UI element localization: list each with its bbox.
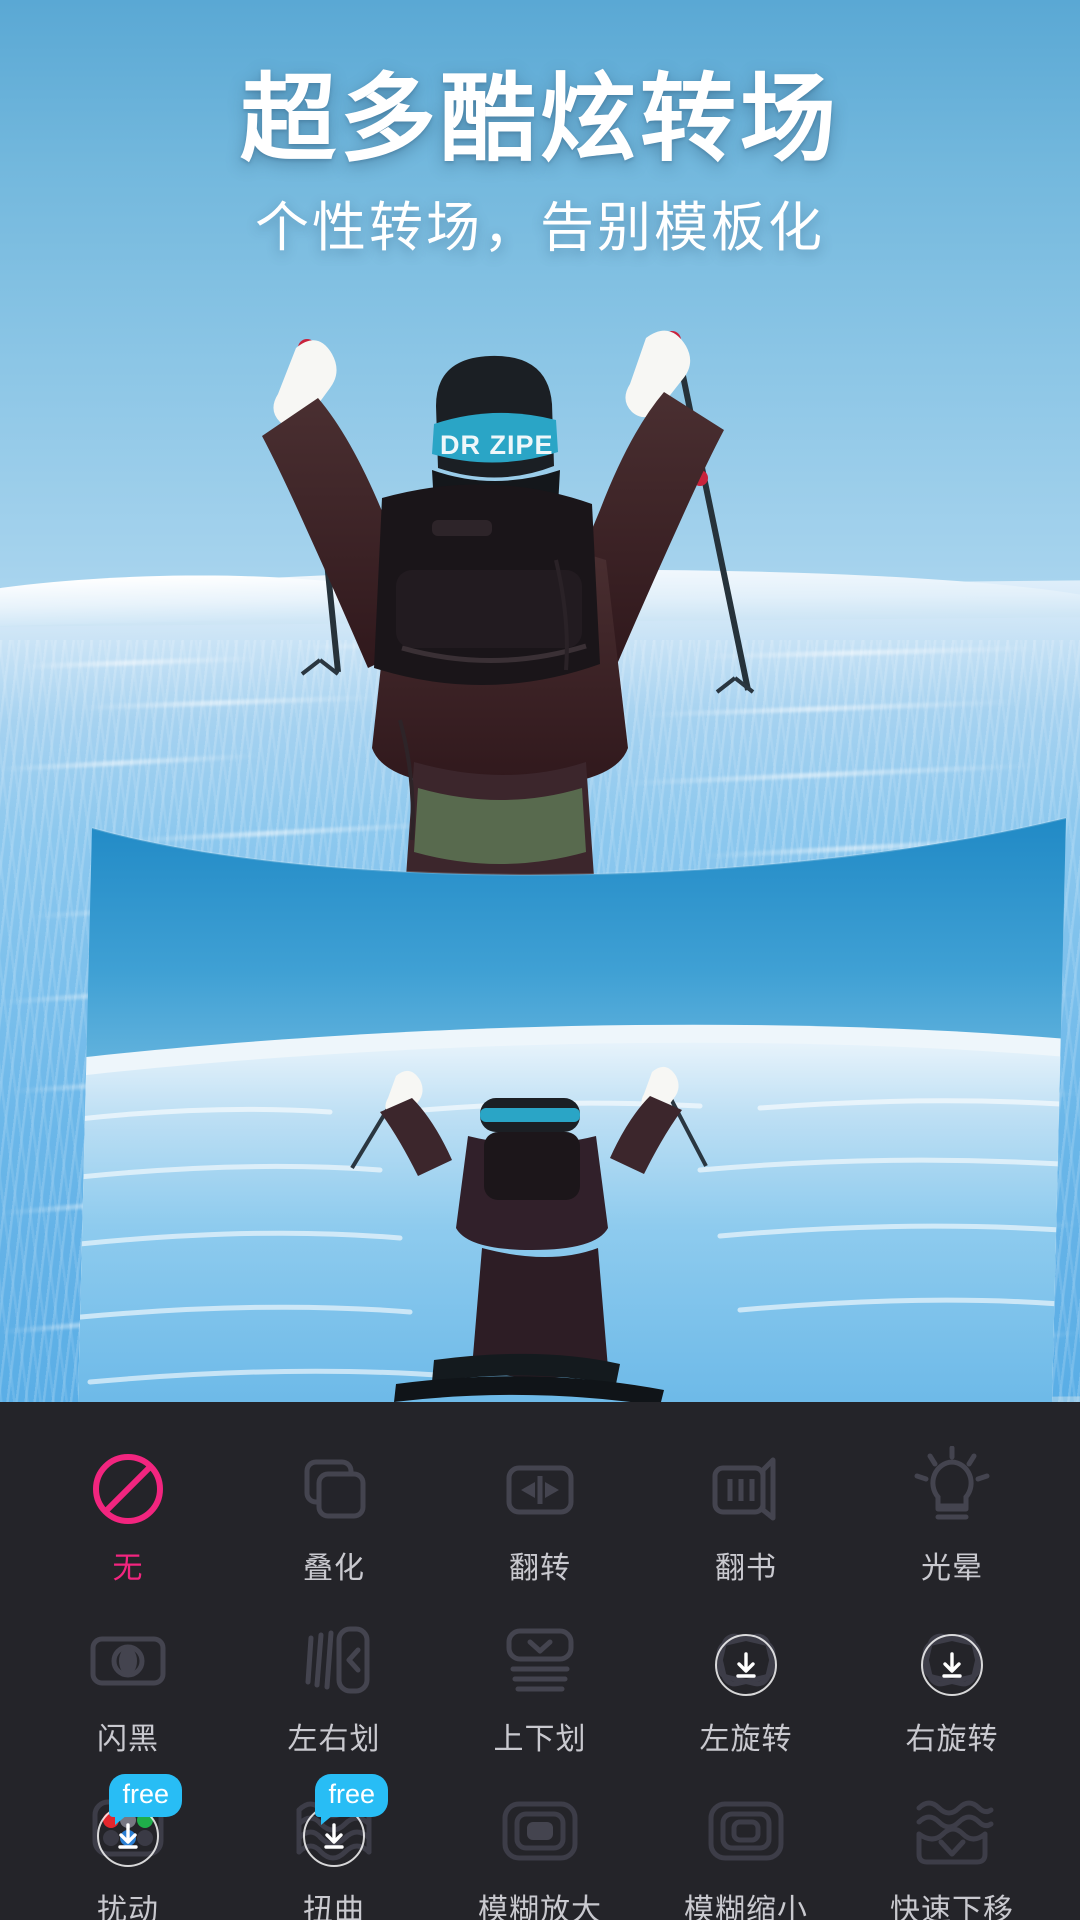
free-badge: free xyxy=(315,1774,388,1825)
blur-zoom-in-icon xyxy=(492,1784,588,1877)
transition-label: 右旋转 xyxy=(905,1723,999,1756)
transition-item-swipe-vertical[interactable]: 上下划 xyxy=(437,1587,643,1758)
transition-item-flip[interactable]: 翻转 xyxy=(437,1416,643,1587)
swipe-horizontal-icon xyxy=(286,1613,382,1706)
page-turn-icon xyxy=(698,1442,794,1535)
free-badge: free xyxy=(109,1774,182,1825)
transition-label: 翻书 xyxy=(715,1552,777,1585)
glow-bulb-icon xyxy=(904,1442,1000,1535)
transition-label: 扰动 xyxy=(97,1894,159,1920)
rotate-right-icon xyxy=(904,1613,1000,1706)
download-icon[interactable] xyxy=(715,1634,777,1697)
flash-black-icon xyxy=(80,1613,176,1706)
no-transition-icon xyxy=(80,1442,176,1535)
transition-label: 叠化 xyxy=(303,1552,365,1585)
transition-label: 模糊放大 xyxy=(478,1894,602,1920)
fast-move-down-icon xyxy=(904,1784,1000,1877)
transition-label: 无 xyxy=(112,1552,144,1585)
transition-label: 左旋转 xyxy=(699,1723,793,1756)
transition-item-rotate-left[interactable]: 左旋转 xyxy=(643,1587,849,1758)
transition-preview-card[interactable] xyxy=(0,0,1080,1402)
transition-label: 闪黑 xyxy=(97,1723,159,1756)
blur-zoom-out-icon xyxy=(698,1784,794,1877)
video-preview-area[interactable]: DR ZIPE 超多酷炫转场 个性转场，告别模板化 xyxy=(0,0,1080,1402)
transition-item-flash-black[interactable]: 闪黑 xyxy=(25,1587,231,1758)
transition-item-glitch[interactable]: free 扰动 xyxy=(25,1758,231,1920)
transition-item-fast-move-down[interactable]: 快速下移 xyxy=(849,1758,1055,1920)
transition-label: 左右划 xyxy=(287,1723,381,1756)
transition-item-warp[interactable]: free 扭曲 xyxy=(231,1758,437,1920)
transition-panel[interactable]: 无 叠化 翻转 翻书 光晕 闪黑 左右划 上下划 左旋转 右旋转 free 扰动… xyxy=(0,1402,1080,1920)
transition-label: 快速下移 xyxy=(890,1894,1014,1920)
glitch-rgb-icon: free xyxy=(80,1774,182,1877)
warp-wave-icon: free xyxy=(286,1774,388,1877)
swipe-vertical-icon xyxy=(492,1613,588,1706)
transition-item-glow[interactable]: 光晕 xyxy=(849,1416,1055,1587)
transition-item-rotate-right[interactable]: 右旋转 xyxy=(849,1587,1055,1758)
transition-label: 扭曲 xyxy=(303,1894,365,1920)
transition-item-page-turn[interactable]: 翻书 xyxy=(643,1416,849,1587)
transition-item-swipe-horizontal[interactable]: 左右划 xyxy=(231,1587,437,1758)
download-icon[interactable] xyxy=(921,1634,983,1697)
transition-grid: 无 叠化 翻转 翻书 光晕 闪黑 左右划 上下划 左旋转 右旋转 free 扰动… xyxy=(25,1416,1055,1920)
rotate-left-icon xyxy=(698,1613,794,1706)
transition-label: 模糊缩小 xyxy=(684,1894,808,1920)
flip-icon xyxy=(492,1442,588,1535)
transition-item-none[interactable]: 无 xyxy=(25,1416,231,1587)
transition-label: 上下划 xyxy=(493,1723,587,1756)
transition-label: 翻转 xyxy=(509,1552,571,1585)
transition-item-dissolve[interactable]: 叠化 xyxy=(231,1416,437,1587)
transition-item-blur-zoom-out[interactable]: 模糊缩小 xyxy=(643,1758,849,1920)
app-screen: DR ZIPE 超多酷炫转场 个性转场，告别模板化 无 叠化 翻转 翻书 光晕 … xyxy=(0,0,1080,1920)
transition-item-blur-zoom-in[interactable]: 模糊放大 xyxy=(437,1758,643,1920)
dissolve-icon xyxy=(286,1442,382,1535)
transition-label: 光晕 xyxy=(921,1552,983,1585)
